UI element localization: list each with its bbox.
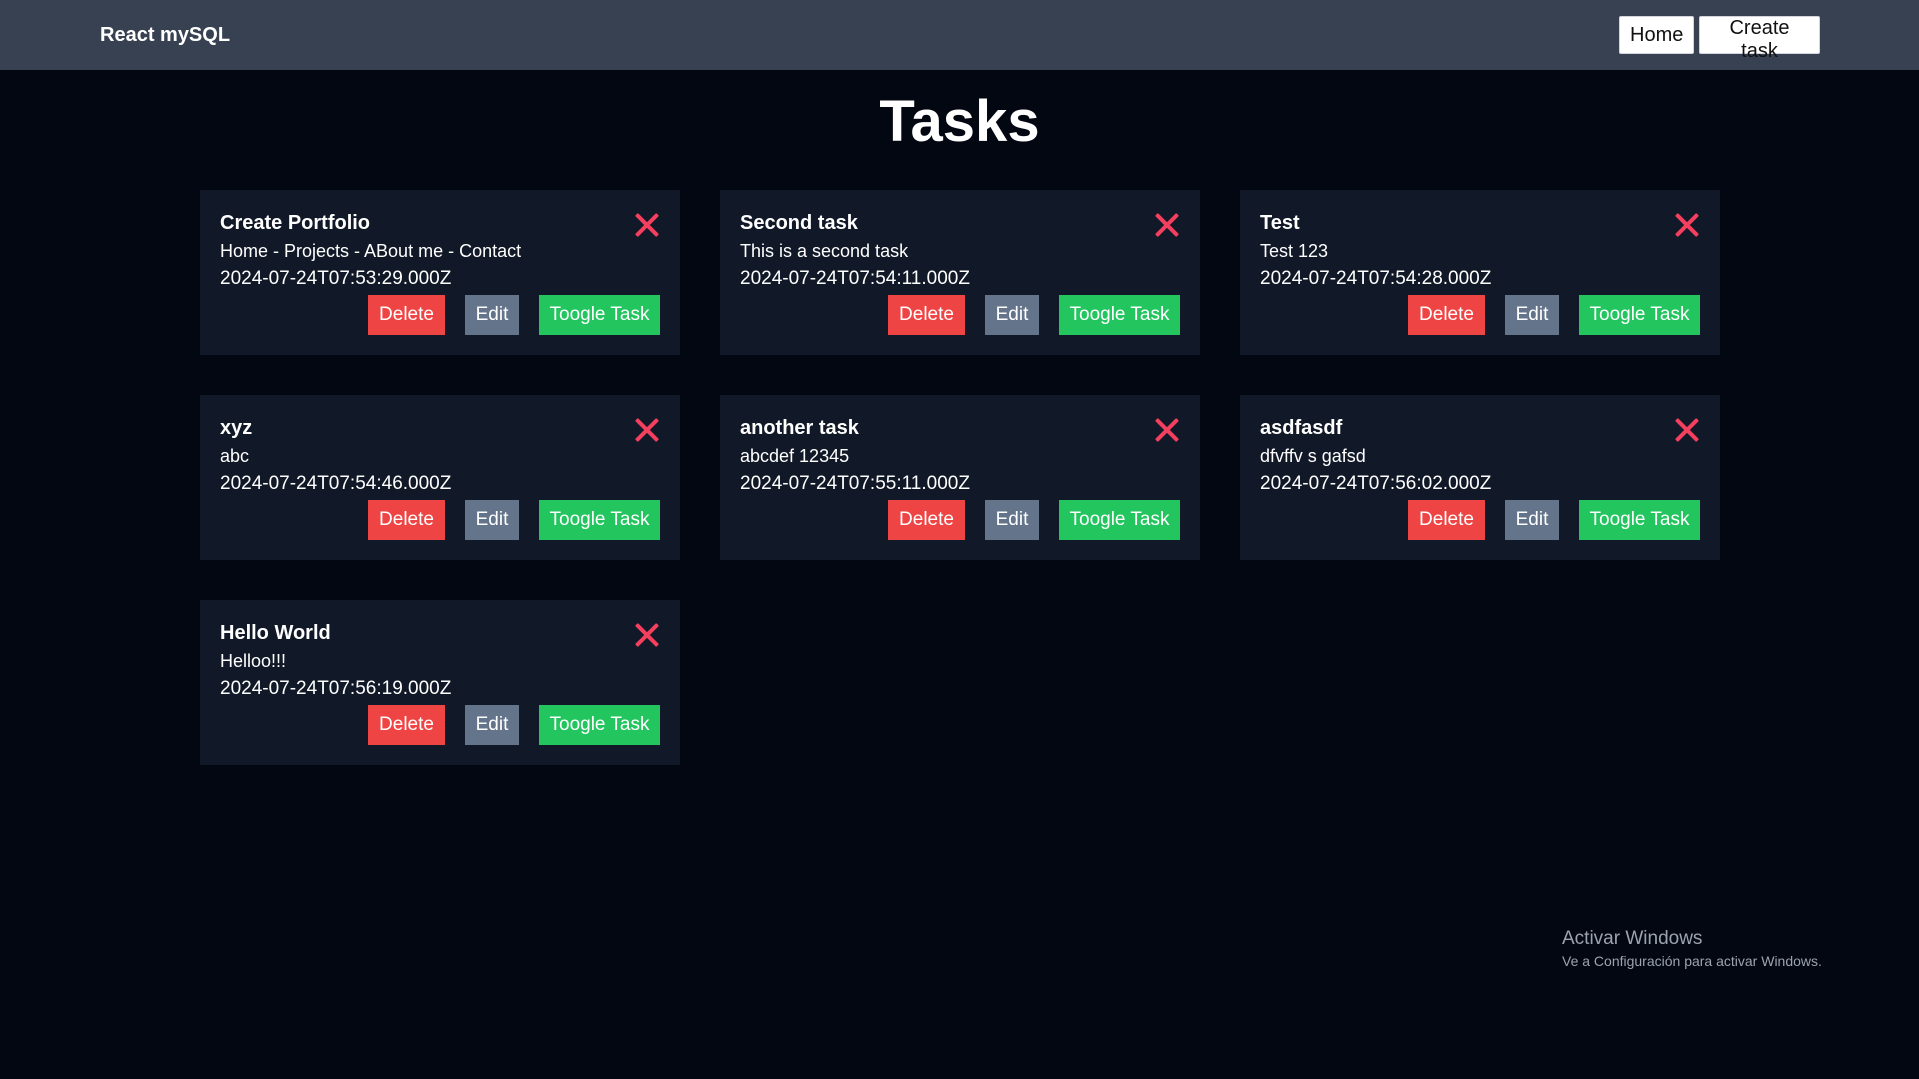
create-task-button[interactable]: Create task — [1699, 16, 1820, 62]
close-icon[interactable] — [1154, 212, 1180, 238]
task-title: xyz — [220, 417, 253, 439]
task-description: dfvffv s gafsd — [1260, 446, 1366, 466]
task-card: Create Portfolio Home - Projects - ABout… — [200, 190, 680, 355]
task-actions: Delete Edit Toogle Task — [1408, 500, 1700, 540]
edit-button[interactable]: Edit — [465, 500, 519, 540]
delete-button[interactable]: Delete — [368, 705, 445, 745]
toggle-task-button[interactable]: Toogle Task — [539, 705, 660, 745]
task-created-date: 2024-07-24T07:53:29.000Z — [220, 267, 452, 289]
close-icon[interactable] — [1154, 417, 1180, 443]
task-grid: Create Portfolio Home - Projects - ABout… — [200, 190, 1720, 765]
delete-button[interactable]: Delete — [368, 500, 445, 540]
delete-button[interactable]: Delete — [1408, 500, 1485, 540]
task-title: Hello World — [220, 622, 331, 644]
edit-button[interactable]: Edit — [1505, 500, 1559, 540]
task-card: Second task This is a second task 2024-0… — [720, 190, 1200, 355]
toggle-task-button[interactable]: Toogle Task — [539, 295, 660, 335]
navbar: React mySQL Home Create task — [0, 0, 1919, 70]
close-icon[interactable] — [634, 417, 660, 443]
task-card: Test Test 123 2024-07-24T07:54:28.000Z D… — [1240, 190, 1720, 355]
task-created-date: 2024-07-24T07:54:11.000Z — [740, 267, 970, 289]
task-description: abc — [220, 446, 250, 466]
toggle-task-button[interactable]: Toogle Task — [1059, 500, 1180, 540]
task-card: asdfasdf dfvffv s gafsd 2024-07-24T07:56… — [1240, 395, 1720, 560]
task-card: another task abcdef 12345 2024-07-24T07:… — [720, 395, 1200, 560]
watermark-title: Activar Windows — [1562, 928, 1703, 949]
close-icon[interactable] — [1674, 212, 1700, 238]
delete-button[interactable]: Delete — [888, 500, 965, 540]
task-actions: Delete Edit Toogle Task — [1408, 295, 1700, 335]
delete-button[interactable]: Delete — [1408, 295, 1485, 335]
task-title: asdfasdf — [1260, 417, 1343, 439]
page-title: Tasks — [879, 89, 1040, 154]
task-created-date: 2024-07-24T07:54:28.000Z — [1260, 267, 1492, 289]
task-description: This is a second task — [740, 241, 909, 261]
toggle-task-button[interactable]: Toogle Task — [539, 500, 660, 540]
task-actions: Delete Edit Toogle Task — [368, 295, 660, 335]
task-created-date: 2024-07-24T07:56:19.000Z — [220, 677, 452, 699]
close-icon[interactable] — [1674, 417, 1700, 443]
task-actions: Delete Edit Toogle Task — [368, 705, 660, 745]
toggle-task-button[interactable]: Toogle Task — [1059, 295, 1180, 335]
brand-logo-text[interactable]: React mySQL — [100, 24, 230, 47]
windows-activation-watermark: Activar Windows Ve a Configuración para … — [1562, 928, 1822, 969]
task-description: Helloo!!! — [220, 651, 287, 671]
task-created-date: 2024-07-24T07:54:46.000Z — [220, 472, 452, 494]
edit-button[interactable]: Edit — [465, 705, 519, 745]
task-card: Hello World Helloo!!! 2024-07-24T07:56:1… — [200, 600, 680, 765]
delete-button[interactable]: Delete — [888, 295, 965, 335]
task-description: Home - Projects - ABout me - Contact — [220, 241, 522, 261]
task-created-date: 2024-07-24T07:55:11.000Z — [740, 472, 970, 494]
close-icon[interactable] — [634, 212, 660, 238]
toggle-task-button[interactable]: Toogle Task — [1579, 295, 1700, 335]
home-button[interactable]: Home — [1619, 16, 1694, 54]
edit-button[interactable]: Edit — [1505, 295, 1559, 335]
edit-button[interactable]: Edit — [985, 500, 1039, 540]
task-actions: Delete Edit Toogle Task — [368, 500, 660, 540]
task-title: another task — [740, 417, 859, 439]
watermark-subtitle: Ve a Configuración para activar Windows. — [1562, 953, 1822, 969]
task-description: Test 123 — [1260, 241, 1329, 261]
task-actions: Delete Edit Toogle Task — [888, 500, 1180, 540]
edit-button[interactable]: Edit — [985, 295, 1039, 335]
close-icon[interactable] — [634, 622, 660, 648]
task-created-date: 2024-07-24T07:56:02.000Z — [1260, 472, 1492, 494]
task-actions: Delete Edit Toogle Task — [888, 295, 1180, 335]
task-title: Second task — [740, 212, 858, 234]
delete-button[interactable]: Delete — [368, 295, 445, 335]
edit-button[interactable]: Edit — [465, 295, 519, 335]
toggle-task-button[interactable]: Toogle Task — [1579, 500, 1700, 540]
task-description: abcdef 12345 — [740, 446, 850, 466]
task-title: Create Portfolio — [220, 212, 371, 234]
task-card: xyz abc 2024-07-24T07:54:46.000Z Delete … — [200, 395, 680, 560]
task-title: Test — [1260, 212, 1300, 234]
